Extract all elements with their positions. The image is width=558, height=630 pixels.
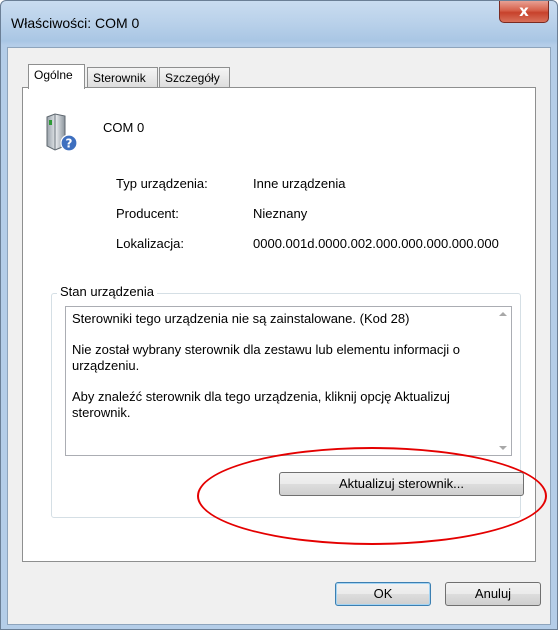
- svg-text:?: ?: [66, 137, 73, 151]
- title-bar[interactable]: Właściwości: COM 0 x: [1, 1, 557, 47]
- device-name: COM 0: [103, 120, 145, 135]
- close-icon: x: [519, 2, 529, 20]
- manufacturer-value: Nieznany: [253, 206, 308, 221]
- device-type-label: Typ urządzenia:: [116, 176, 208, 191]
- tab-general[interactable]: Ogólne: [28, 64, 85, 89]
- status-text: Sterowniki tego urządzenia nie są zainst…: [72, 311, 482, 436]
- status-paragraph: Nie został wybrany sterownik dla zestawu…: [72, 342, 461, 373]
- dialog-client-area: Ogólne Sterownik Szczegóły ? COM 0 Typ u…: [7, 47, 551, 625]
- scroll-down-arrow-icon[interactable]: [499, 446, 507, 450]
- manufacturer-label: Producent:: [116, 206, 179, 221]
- device-status-textbox[interactable]: Sterowniki tego urządzenia nie są zainst…: [65, 306, 512, 456]
- cancel-button[interactable]: Anuluj: [445, 582, 541, 606]
- location-value: 0000.001d.0000.002.000.000.000.000.000: [253, 236, 499, 251]
- update-driver-button[interactable]: Aktualizuj sterownik...: [279, 472, 524, 496]
- tab-driver[interactable]: Sterownik: [87, 67, 158, 88]
- ok-button[interactable]: OK: [335, 582, 431, 606]
- device-status-legend: Stan urządzenia: [57, 284, 157, 299]
- general-tab-panel: ? COM 0 Typ urządzenia: Inne urządzenia …: [22, 87, 536, 562]
- tab-details[interactable]: Szczegóły: [159, 67, 230, 88]
- location-label: Lokalizacja:: [116, 236, 184, 251]
- properties-window: Właściwości: COM 0 x Ogólne Sterownik Sz…: [0, 0, 558, 630]
- window-title: Właściwości: COM 0: [11, 15, 140, 31]
- scroll-up-arrow-icon[interactable]: [499, 312, 507, 316]
- close-button[interactable]: x: [499, 1, 549, 23]
- device-type-value: Inne urządzenia: [253, 176, 346, 191]
- status-paragraph: Aby znaleźć sterownik dla tego urządzeni…: [72, 389, 450, 420]
- unknown-device-icon: ?: [46, 113, 78, 152]
- status-paragraph: Sterowniki tego urządzenia nie są zainst…: [72, 311, 410, 326]
- status-scrollbar[interactable]: [494, 307, 511, 455]
